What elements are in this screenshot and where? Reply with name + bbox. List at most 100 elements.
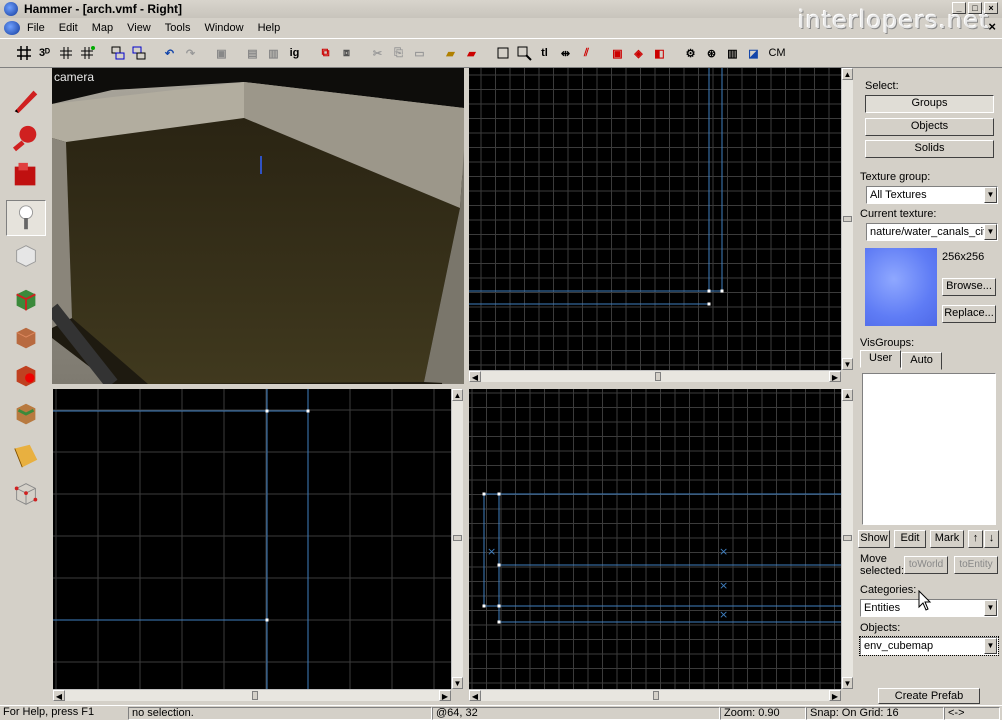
side-viewport[interactable] — [53, 389, 451, 689]
menu-map[interactable]: Map — [85, 22, 120, 34]
top-viewport[interactable] — [469, 68, 841, 370]
entity-marker-icon[interactable]: × — [487, 545, 496, 558]
side-viewport-vscroll[interactable]: ▲ ▼ — [451, 389, 463, 689]
vertex-handle[interactable] — [482, 604, 486, 608]
selection-tool-icon[interactable] — [6, 82, 46, 118]
texture-lock-icon[interactable]: ▰ — [441, 44, 460, 63]
entity-tool-icon[interactable] — [6, 200, 46, 236]
vertex-handle[interactable] — [707, 289, 711, 293]
scroll-left-icon[interactable]: ◀ — [53, 690, 65, 701]
document-close-icon[interactable]: × — [988, 19, 996, 34]
camera-viewport[interactable]: camera — [52, 68, 464, 384]
dropdown-arrow-icon[interactable]: ▼ — [984, 638, 997, 654]
ungroup-icon[interactable] — [129, 44, 148, 63]
entity-report-icon[interactable]: ▥ — [723, 44, 742, 63]
camera-tool-icon[interactable] — [6, 158, 46, 194]
redo-icon[interactable]: ↷ — [181, 44, 200, 63]
front-viewport-hscroll[interactable]: ◀ ▶ — [469, 689, 841, 701]
check-map-icon[interactable]: ◪ — [744, 44, 763, 63]
objects-select[interactable]: env_cubemap ▼ — [859, 636, 999, 656]
scroll-up-icon[interactable]: ▲ — [842, 68, 853, 80]
menu-help[interactable]: Help — [251, 22, 288, 34]
vertex-handle[interactable] — [497, 492, 501, 496]
edit-button[interactable]: Edit — [894, 530, 926, 548]
to-entity-icon[interactable]: ⧉ — [316, 44, 335, 63]
grid-3d-icon[interactable]: 3ᴰ — [35, 44, 54, 63]
texture-scale-lock-icon[interactable]: ▰ — [462, 44, 481, 63]
scroll-up-icon[interactable]: ▲ — [452, 389, 463, 401]
minimize-button[interactable]: _ — [952, 2, 966, 14]
groups-button[interactable]: Groups — [865, 95, 994, 113]
scroll-down-icon[interactable]: ▼ — [452, 677, 463, 689]
scroll-down-icon[interactable]: ▼ — [842, 358, 853, 370]
dropdown-arrow-icon[interactable]: ▼ — [984, 224, 997, 240]
vertex-handle[interactable] — [707, 302, 711, 306]
zoom-selection-icon[interactable] — [514, 44, 533, 63]
objects-button[interactable]: Objects — [865, 118, 994, 136]
scroll-right-icon[interactable]: ▶ — [829, 690, 841, 701]
menu-file[interactable]: File — [20, 22, 52, 34]
tl-icon[interactable]: tl — [535, 44, 554, 63]
vertex-handle[interactable] — [265, 618, 269, 622]
scroll-left-icon[interactable]: ◀ — [469, 371, 481, 382]
paste-icon[interactable]: ▭ — [410, 44, 429, 63]
copy-icon[interactable]: ⎘ — [389, 44, 408, 63]
menu-edit[interactable]: Edit — [52, 22, 85, 34]
top-viewport-hscroll[interactable]: ◀ ▶ — [469, 370, 841, 382]
vertex-tool-icon[interactable] — [6, 476, 46, 512]
vertex-handle[interactable] — [497, 604, 501, 608]
quick-hide-icon[interactable]: ⚙ — [681, 44, 700, 63]
display-radius-icon[interactable]: ◧ — [650, 44, 669, 63]
to-entity-button[interactable]: toEntity — [954, 556, 998, 574]
scroll-thumb[interactable] — [843, 535, 852, 541]
dropdown-arrow-icon[interactable]: ▼ — [984, 600, 997, 616]
to-world-icon[interactable]: ⧈ — [337, 44, 356, 63]
magnify-tool-icon[interactable] — [6, 120, 46, 156]
scroll-thumb[interactable] — [843, 216, 852, 222]
visgroups-list[interactable] — [862, 373, 996, 525]
vertex-handle[interactable] — [265, 409, 269, 413]
group-icon[interactable] — [108, 44, 127, 63]
top-viewport-vscroll[interactable]: ▲ ▼ — [841, 68, 853, 370]
hide-icon[interactable]: ▤ — [243, 44, 262, 63]
mark-button[interactable]: Mark — [930, 530, 964, 548]
scroll-up-icon[interactable]: ▲ — [842, 389, 853, 401]
dropdown-arrow-icon[interactable]: ▼ — [984, 187, 997, 203]
texture-group-select[interactable]: All Textures ▼ — [866, 186, 998, 204]
front-viewport-vscroll[interactable]: ▲ ▼ — [841, 389, 853, 689]
texture-preview[interactable] — [865, 248, 937, 326]
scroll-down-icon[interactable]: ▼ — [842, 677, 853, 689]
ignore-groups-icon[interactable]: ig — [285, 44, 304, 63]
vertex-handle[interactable] — [497, 563, 501, 567]
current-texture-select[interactable]: nature/water_canals_cit ▼ — [866, 223, 998, 241]
move-up-button[interactable]: ↑ — [968, 530, 983, 548]
grid-smaller-icon[interactable] — [56, 44, 75, 63]
selection-box-icon[interactable] — [493, 44, 512, 63]
block-tool-icon[interactable] — [6, 238, 46, 274]
scroll-thumb[interactable] — [453, 535, 462, 541]
entity-marker-icon[interactable]: × — [719, 579, 728, 592]
decal-tool-icon[interactable] — [6, 358, 46, 394]
front-viewport[interactable]: × × × × — [469, 389, 841, 689]
align-icon[interactable]: ⫽ — [577, 44, 596, 63]
menu-tools[interactable]: Tools — [158, 22, 198, 34]
clipping-tool-icon[interactable] — [6, 438, 46, 474]
entity-marker-icon[interactable]: × — [719, 545, 728, 558]
replace-button[interactable]: Replace... — [942, 305, 996, 323]
scroll-thumb[interactable] — [653, 691, 659, 700]
menu-window[interactable]: Window — [197, 22, 250, 34]
vertex-handle[interactable] — [497, 620, 501, 624]
flip-icon[interactable]: ⇹ — [556, 44, 575, 63]
scroll-left-icon[interactable]: ◀ — [469, 690, 481, 701]
cut-icon[interactable]: ✂ — [368, 44, 387, 63]
entity-marker-icon[interactable]: × — [719, 608, 728, 621]
overlay-tool-icon[interactable] — [6, 396, 46, 432]
texture-app-tool-icon[interactable] — [6, 282, 46, 318]
undo-icon[interactable]: ↶ — [160, 44, 179, 63]
show-button[interactable]: Show — [858, 530, 890, 548]
side-viewport-hscroll[interactable]: ◀ ▶ — [53, 689, 451, 701]
vertex-handle[interactable] — [482, 492, 486, 496]
maximize-button[interactable]: □ — [968, 2, 982, 14]
close-button[interactable]: × — [984, 2, 998, 14]
to-world-button[interactable]: toWorld — [904, 556, 948, 574]
